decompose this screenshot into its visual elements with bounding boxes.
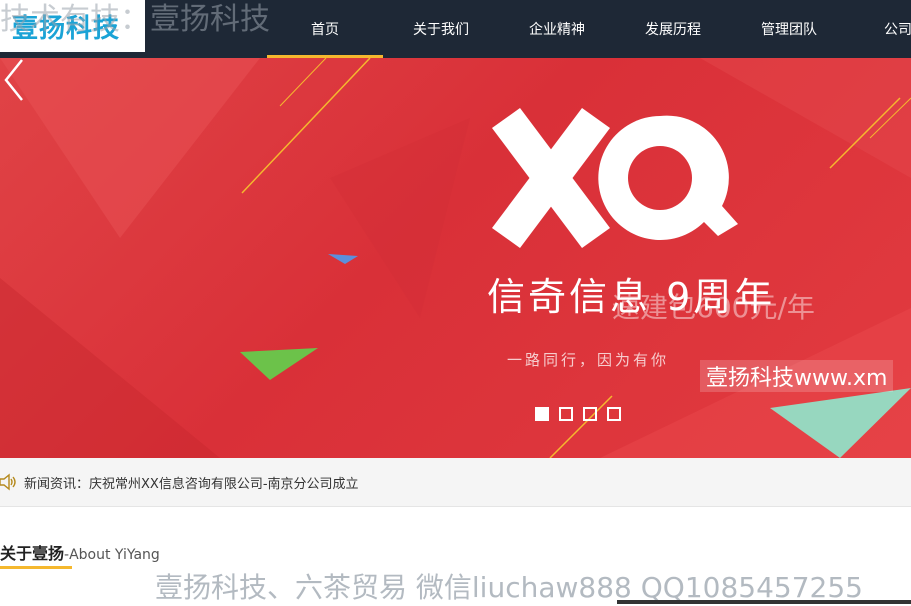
nav-item-history[interactable]: 发展历程 — [615, 0, 731, 58]
chevron-left-icon[interactable] — [0, 58, 30, 102]
banner-slogan: 信奇信息 9周年 — [487, 275, 776, 319]
logo-text: 壹扬科技 — [12, 14, 121, 44]
main-nav: 首页 关于我们 企业精神 发展历程 管理团队 公司动 — [267, 0, 911, 58]
nav-label: 企业精神 — [529, 22, 585, 38]
nav-label: 公司动 — [884, 22, 911, 38]
nav-label: 管理团队 — [761, 22, 817, 38]
bottom-divider — [617, 600, 911, 604]
news-link[interactable]: 庆祝常州XX信息咨询有限公司-南京分公司成立 — [89, 473, 359, 492]
slider-dot-3[interactable] — [583, 407, 597, 421]
banner-graphics — [0, 58, 911, 458]
nav-item-team[interactable]: 管理团队 — [731, 0, 847, 58]
hero-banner: 速建包600元/年 信奇信息 9周年 一路同行，因为有你 壹扬科技www.xm — [0, 58, 911, 458]
slider-dot-4[interactable] — [607, 407, 621, 421]
about-subtitle: -About YiYang — [64, 547, 160, 563]
brand-logo-xq — [492, 108, 738, 248]
about-heading: 关于壹扬-About YiYang — [0, 540, 160, 564]
about-underline — [0, 566, 72, 569]
nav-label: 关于我们 — [413, 22, 469, 38]
watermark-banner: 壹扬科技www.xm — [700, 360, 894, 392]
nav-item-spirit[interactable]: 企业精神 — [499, 0, 615, 58]
site-header: 壹扬科技 首页 关于我们 企业精神 发展历程 管理团队 公司动 — [0, 0, 911, 58]
slider-dot-2[interactable] — [559, 407, 573, 421]
banner-subline: 一路同行，因为有你 — [507, 351, 670, 369]
nav-item-home[interactable]: 首页 — [267, 0, 383, 58]
news-label: 新闻资讯： — [24, 476, 90, 492]
nav-label: 发展历程 — [645, 22, 701, 38]
logo[interactable]: 壹扬科技 — [0, 0, 145, 52]
about-title: 关于壹扬 — [0, 544, 65, 563]
slider-dot-1[interactable] — [535, 407, 549, 421]
speaker-icon — [0, 473, 16, 491]
nav-item-about[interactable]: 关于我们 — [383, 0, 499, 58]
nav-label: 首页 — [311, 22, 339, 38]
news-ticker: 新闻资讯： 庆祝常州XX信息咨询有限公司-南京分公司成立 — [0, 458, 911, 507]
nav-item-news[interactable]: 公司动 — [847, 0, 911, 58]
slider-pagination — [535, 407, 621, 421]
